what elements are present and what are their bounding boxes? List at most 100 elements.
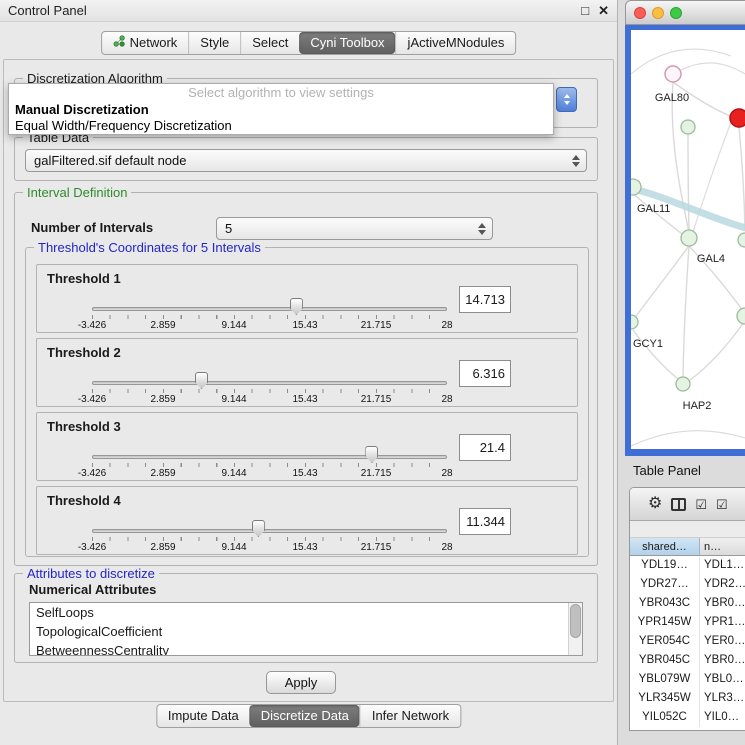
threshold-1-value-field[interactable]: 14.713 (459, 286, 511, 313)
tab-style[interactable]: Style (188, 32, 240, 54)
threshold-2-title: Threshold 2 (47, 345, 121, 360)
threshold-4-value-field[interactable]: 11.344 (459, 508, 511, 535)
menu-item-manual-discretization[interactable]: Manual Discretization (9, 102, 553, 118)
table-row[interactable]: YDR27… YDR2… (630, 575, 745, 594)
threshold-1-slider[interactable]: -3.426 2.859 9.144 15.43 21.715 28 (92, 301, 447, 331)
tick-label: 15.43 (292, 320, 317, 331)
threshold-2-slider[interactable]: -3.426 2.859 9.144 15.43 21.715 28 (92, 375, 447, 405)
table-data-combo[interactable]: galFiltered.sif default node (25, 149, 587, 172)
tab-label: jActiveMNodules (408, 32, 505, 54)
slider-track[interactable] (92, 455, 447, 459)
cell[interactable]: YPR1… (700, 613, 745, 632)
tick-label: 9.144 (221, 542, 246, 553)
list-item[interactable]: TopologicalCoefficient (30, 622, 582, 641)
list-item[interactable]: SelfLoops (30, 603, 582, 622)
node-gal11[interactable] (631, 179, 641, 195)
algorithm-combo-stepper[interactable] (556, 87, 577, 112)
node-gal80[interactable] (665, 66, 681, 82)
tab-impute-data[interactable]: Impute Data (157, 705, 250, 727)
table-row[interactable]: YLR345W YLR3… (630, 689, 745, 708)
tick-label: 15.43 (292, 468, 317, 479)
cell[interactable]: YBR045C (630, 651, 700, 670)
cell[interactable]: YDL19… (630, 556, 700, 575)
node-selected-red[interactable] (730, 109, 745, 127)
select-all-icon[interactable]: ☑ (695, 498, 707, 511)
apply-button[interactable]: Apply (266, 671, 336, 694)
node-hap2[interactable] (676, 377, 690, 391)
slider-track[interactable] (92, 381, 447, 385)
node[interactable] (738, 233, 745, 247)
close-traffic-light[interactable] (634, 7, 646, 19)
stepper-up-icon (564, 94, 570, 98)
cell[interactable]: YDL1… (700, 556, 745, 575)
tab-cyni-toolbox[interactable]: Cyni Toolbox (299, 32, 395, 54)
tab-discretize-data[interactable]: Discretize Data (250, 705, 360, 727)
cell[interactable]: YBL0… (700, 670, 745, 689)
number-of-intervals-combo[interactable]: 5 (216, 217, 493, 240)
list-scrollbar[interactable] (568, 603, 582, 655)
cell[interactable]: YER054C (630, 632, 700, 651)
cell[interactable]: YIL0… (700, 708, 745, 727)
tab-infer-network[interactable]: Infer Network (360, 705, 460, 727)
show-columns-icon[interactable] (671, 498, 686, 511)
numerical-attributes-label: Numerical Attributes (29, 582, 156, 597)
node-gcy1[interactable] (631, 315, 638, 329)
table-data-group: Table Data galFiltered.sif default node (14, 137, 598, 181)
table-row[interactable]: YPR145W YPR1… (630, 613, 745, 632)
slider-thumb[interactable] (195, 372, 208, 389)
tab-label: Discretize Data (261, 705, 349, 727)
table-row[interactable]: YER054C YER0… (630, 632, 745, 651)
slider-thumb[interactable] (290, 298, 303, 315)
node[interactable] (737, 308, 745, 324)
table-row[interactable]: YBR043C YBR0… (630, 594, 745, 613)
table-row[interactable]: YBR045C YBR0… (630, 651, 745, 670)
tab-jactivemnodules[interactable]: jActiveMNodules (396, 32, 516, 54)
numerical-attributes-list[interactable]: SelfLoops TopologicalCoefficient Between… (29, 602, 583, 656)
slider-track[interactable] (92, 529, 447, 533)
node-gal4[interactable] (681, 230, 697, 246)
threshold-4-slider[interactable]: -3.426 2.859 9.144 15.43 21.715 28 (92, 523, 447, 553)
column-header-shared-name[interactable]: shared… (630, 538, 700, 556)
tick-label: -3.426 (78, 394, 106, 405)
slider-thumb[interactable] (365, 446, 378, 463)
node[interactable] (681, 120, 695, 134)
cell[interactable]: YPR145W (630, 613, 700, 632)
cell[interactable]: YBR0… (700, 594, 745, 613)
list-item[interactable]: BetweennessCentrality (30, 641, 582, 656)
slider-track[interactable] (92, 307, 447, 311)
gear-icon[interactable]: ⚙ (648, 496, 662, 512)
table-row[interactable]: YBL079W YBL0… (630, 670, 745, 689)
table-row[interactable]: YIL052C YIL0… (630, 708, 745, 727)
tab-network[interactable]: Network (102, 32, 189, 54)
float-window-icon[interactable]: □ (581, 0, 589, 22)
close-icon[interactable]: ✕ (598, 0, 609, 22)
cell[interactable]: YBR043C (630, 594, 700, 613)
tab-select[interactable]: Select (240, 32, 299, 54)
menu-item-equal-width-frequency[interactable]: Equal Width/Frequency Discretization (9, 118, 553, 134)
zoom-traffic-light[interactable] (670, 7, 682, 19)
table-row[interactable]: YDL19… YDL1… (630, 556, 745, 575)
table-panel-title: Table Panel (625, 458, 745, 484)
threshold-3-slider[interactable]: -3.426 2.859 9.144 15.43 21.715 28 (92, 449, 447, 479)
cell[interactable]: YLR3… (700, 689, 745, 708)
scrollbar-thumb[interactable] (570, 604, 581, 638)
attributes-group-title: Attributes to discretize (23, 566, 159, 581)
cell[interactable]: YBR0… (700, 651, 745, 670)
column-header-name[interactable]: n… (700, 538, 745, 556)
slider-thumb[interactable] (252, 520, 265, 537)
attributes-to-discretize-group: Attributes to discretize Numerical Attri… (14, 573, 598, 663)
minimize-traffic-light[interactable] (652, 7, 664, 19)
node-label-hap2: HAP2 (683, 400, 712, 412)
tick-label: 28 (441, 394, 452, 405)
network-canvas[interactable]: GAL80 GAL11 GAL4 GCY1 HAP2 (631, 30, 745, 449)
cell[interactable]: YDR2… (700, 575, 745, 594)
control-panel-titlebar: Control Panel □ ✕ (0, 0, 617, 22)
threshold-2-value-field[interactable]: 6.316 (459, 360, 511, 387)
cell[interactable]: YDR27… (630, 575, 700, 594)
select-none-icon[interactable]: ☑ (716, 498, 728, 511)
cell[interactable]: YBL079W (630, 670, 700, 689)
cell[interactable]: YIL052C (630, 708, 700, 727)
threshold-3-value-field[interactable]: 21.4 (459, 434, 511, 461)
cell[interactable]: YLR345W (630, 689, 700, 708)
cell[interactable]: YER0… (700, 632, 745, 651)
